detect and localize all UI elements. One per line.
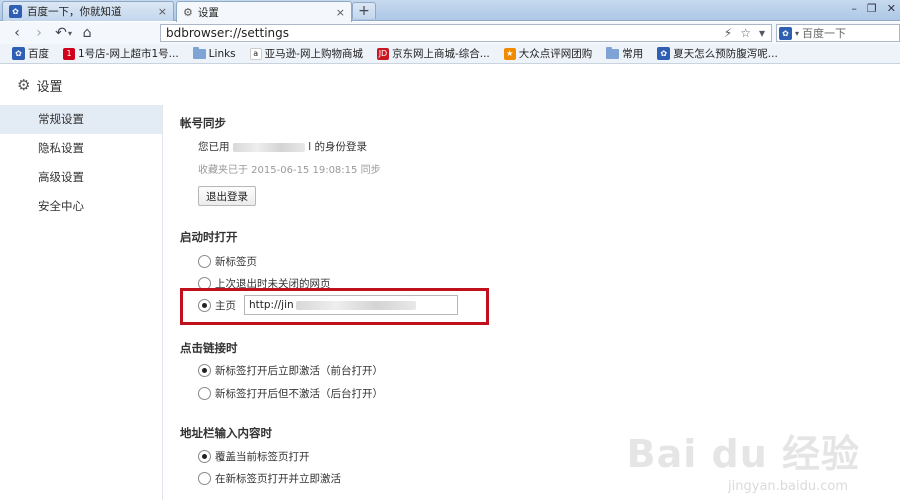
bookmark-item[interactable]: ✿ 百度 [12, 46, 49, 61]
favorites-sync-status: 收藏夹已于 2015-06-15 19:08:15 同步 [198, 165, 381, 176]
page-title: 设置 [36, 79, 63, 95]
url-text[interactable]: bdbrowser://settings [166, 26, 289, 40]
search-input[interactable]: ✿ ▾ 百度一下 [776, 24, 900, 42]
link-option-foreground[interactable]: 新标签打开后立即激活（前台打开） [198, 363, 383, 378]
watermark-url: jingyan.baidu.com [728, 479, 848, 494]
baidu-jingyan-watermark: Bai du 经验 [626, 432, 860, 476]
forward-icon[interactable]: › [28, 24, 50, 42]
close-icon[interactable]: × [336, 7, 345, 18]
chevron-down-icon[interactable]: ▾ [795, 29, 799, 38]
login-status: 您已用 l 的身份登录 [198, 139, 367, 154]
chevron-down-icon[interactable]: ▾ [68, 29, 72, 38]
settings-sidebar: 常规设置 隐私设置 高级设置 安全中心 [0, 105, 163, 500]
bookmark-star-icon[interactable]: ☆ [740, 26, 751, 40]
section-title-address-input: 地址栏输入内容时 [180, 426, 272, 440]
gear-icon: ⚙ [17, 76, 31, 94]
login-prefix: 您已用 [198, 141, 230, 153]
chevron-down-icon[interactable]: ▾ [759, 26, 765, 40]
bookmark-label: 夏天怎么预防腹泻呢... [673, 48, 778, 60]
dianping-icon: ★ [503, 47, 516, 60]
tab-settings[interactable]: ⚙ 设置 × [176, 1, 352, 22]
section-title-account: 帐号同步 [180, 116, 226, 130]
radio-label: 在新标签页打开并立即激活 [215, 473, 341, 485]
gear-icon: ⚙ [183, 5, 193, 19]
radio-label: 新标签页 [215, 256, 257, 268]
sidebar-item-advanced[interactable]: 高级设置 [0, 163, 162, 192]
amazon-icon: a [249, 47, 262, 60]
link-option-background[interactable]: 新标签打开后但不激活（后台打开） [198, 386, 383, 401]
restore-icon[interactable]: ❐ [867, 2, 877, 15]
tab-strip: ✿ 百度一下，你就知道 × ⚙ 设置 × + – ❐ ✕ [0, 0, 900, 22]
bookmark-label: 大众点评网团购 [518, 48, 593, 60]
home-icon[interactable]: ⌂ [76, 24, 98, 42]
bookmarks-bar: ✿ 百度 1 1号店-网上超市1号... Links a 亚马逊-网上购物商城 … [0, 44, 900, 64]
bookmark-label: Links [208, 47, 236, 60]
yhd-icon: 1 [63, 47, 75, 60]
section-title-startup: 启动时打开 [180, 230, 238, 244]
tab-title: 百度一下，你就知道 [27, 6, 122, 18]
address-option-new-tab[interactable]: 在新标签页打开并立即激活 [198, 471, 341, 486]
bookmark-item[interactable]: Links [192, 46, 236, 60]
radio-button-selected[interactable] [198, 450, 211, 463]
sidebar-item-general[interactable]: 常规设置 [0, 105, 162, 134]
bookmark-item[interactable]: JD 京东网上商城-综合... [376, 46, 490, 61]
close-icon[interactable]: × [158, 6, 167, 17]
page-header: ⚙ 设置 [0, 65, 900, 105]
bookmark-label: 亚马逊-网上购物商城 [264, 48, 363, 60]
close-icon[interactable]: ✕ [887, 2, 896, 15]
paw-icon: ✿ [12, 47, 25, 60]
paw-icon: ✿ [657, 47, 671, 60]
paw-icon: ✿ [9, 5, 22, 18]
flash-icon[interactable]: ⚡ [724, 26, 732, 40]
login-suffix: l 的身份登录 [308, 141, 367, 153]
jd-icon: JD [376, 47, 389, 60]
bookmark-label: 1号店-网上超市1号... [78, 48, 179, 60]
radio-label: 覆盖当前标签页打开 [215, 451, 310, 463]
radio-label: 新标签打开后但不激活（后台打开） [215, 388, 383, 400]
bookmark-item[interactable]: 1 1号店-网上超市1号... [63, 46, 179, 61]
sidebar-item-security[interactable]: 安全中心 [0, 192, 162, 221]
annotation-highlight-box [180, 288, 489, 325]
tab-title: 设置 [197, 6, 219, 19]
tab-baidu[interactable]: ✿ 百度一下，你就知道 × [2, 1, 174, 21]
minimize-icon[interactable]: – [851, 2, 857, 15]
address-option-current-tab[interactable]: 覆盖当前标签页打开 [198, 449, 310, 464]
navigation-bar: ‹ › ↶ ▾ ⌂ bdbrowser://settings ⚡ ☆ ▾ ✿ ▾… [0, 22, 900, 44]
redacted-account [232, 142, 305, 152]
radio-button[interactable] [198, 255, 211, 268]
bookmark-label: 京东网上商城-综合... [391, 48, 490, 60]
paw-icon[interactable]: ✿ [779, 26, 792, 40]
radio-button-selected[interactable] [198, 364, 211, 377]
sidebar-item-privacy[interactable]: 隐私设置 [0, 134, 162, 163]
back-icon[interactable]: ‹ [6, 24, 28, 42]
radio-button[interactable] [198, 387, 211, 400]
startup-option-new-tab[interactable]: 新标签页 [198, 254, 257, 269]
new-tab-button[interactable]: + [352, 2, 376, 19]
address-bar[interactable]: bdbrowser://settings ⚡ ☆ ▾ [160, 24, 772, 42]
radio-label: 新标签打开后立即激活（前台打开） [215, 365, 383, 377]
radio-button[interactable] [198, 472, 211, 485]
folder-icon [606, 46, 620, 59]
bookmark-item[interactable]: a 亚马逊-网上购物商城 [249, 46, 363, 61]
bookmark-label: 百度 [28, 48, 49, 60]
window-controls: – ❐ ✕ [851, 2, 896, 15]
search-placeholder: 百度一下 [802, 27, 847, 40]
folder-icon [192, 46, 206, 59]
bookmark-item[interactable]: 常用 [606, 46, 643, 61]
bookmark-item[interactable]: ★ 大众点评网团购 [503, 46, 593, 61]
section-title-link-click: 点击链接时 [180, 341, 238, 355]
bookmark-item[interactable]: ✿ 夏天怎么预防腹泻呢... [657, 46, 778, 61]
bookmark-label: 常用 [622, 48, 644, 60]
logout-button[interactable]: 退出登录 [198, 186, 256, 206]
